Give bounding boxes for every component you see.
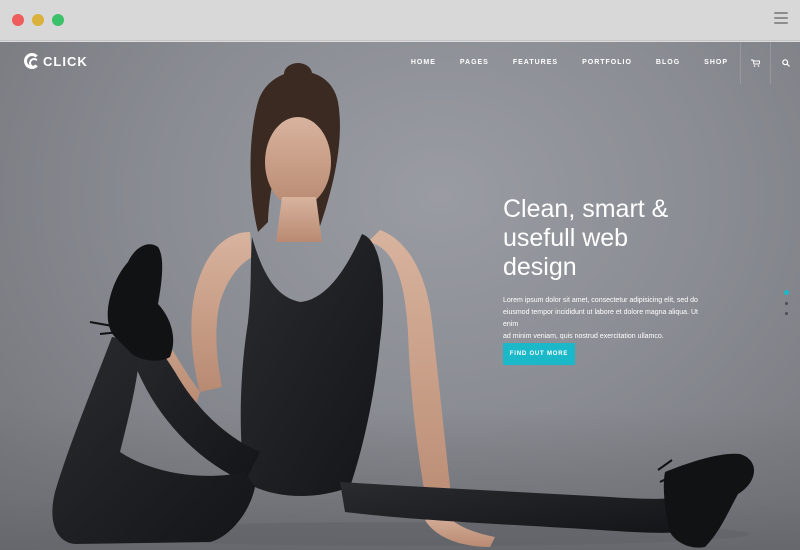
nav-item-features[interactable]: FEATURES — [501, 42, 570, 84]
headline-line: usefull web — [503, 224, 629, 252]
slider-dot-2[interactable] — [784, 302, 788, 305]
description-line: Lorem ipsum dolor sit amet, consectetur … — [503, 297, 698, 304]
headline-line: Clean, smart & — [503, 195, 669, 223]
nav-item-home[interactable]: HOME — [399, 42, 448, 84]
window-close-button[interactable] — [12, 14, 24, 26]
slider-dot-3[interactable] — [784, 312, 788, 315]
headline-line: design — [503, 253, 577, 281]
window-minimize-button[interactable] — [32, 14, 44, 26]
search-button[interactable] — [770, 42, 800, 84]
slider-pagination — [783, 290, 789, 322]
nav-item-pages[interactable]: PAGES — [448, 42, 501, 84]
browser-toolbar — [0, 0, 800, 41]
search-icon — [781, 59, 790, 67]
brand-logo[interactable]: CLICK — [24, 53, 88, 69]
find-out-more-button[interactable]: FIND OUT MORE — [503, 343, 575, 365]
hamburger-icon[interactable] — [774, 12, 788, 26]
slider-dot-1[interactable] — [783, 290, 789, 295]
brand-name: CLICK — [43, 53, 88, 69]
nav-links: HOME PAGES FEATURES PORTFOLIO BLOG SHOP — [399, 42, 800, 84]
window-maximize-button[interactable] — [52, 14, 64, 26]
logo-icon — [24, 53, 40, 69]
hero-description: Lorem ipsum dolor sit amet, consectetur … — [503, 295, 703, 343]
description-line: eiusmod tempor incididunt ut labore et d… — [503, 309, 698, 328]
cart-icon — [751, 59, 760, 67]
hero-section: CLICK HOME PAGES FEATURES PORTFOLIO BLOG… — [0, 42, 800, 550]
cart-button[interactable] — [740, 42, 770, 84]
description-line: ad minim veniam, quis nostrud exercitati… — [503, 333, 664, 340]
nav-item-blog[interactable]: BLOG — [644, 42, 692, 84]
top-navigation: CLICK HOME PAGES FEATURES PORTFOLIO BLOG… — [0, 42, 800, 84]
nav-item-shop[interactable]: SHOP — [692, 42, 740, 84]
hero-headline: Clean, smart & usefull web design — [503, 195, 703, 282]
nav-item-portfolio[interactable]: PORTFOLIO — [570, 42, 644, 84]
